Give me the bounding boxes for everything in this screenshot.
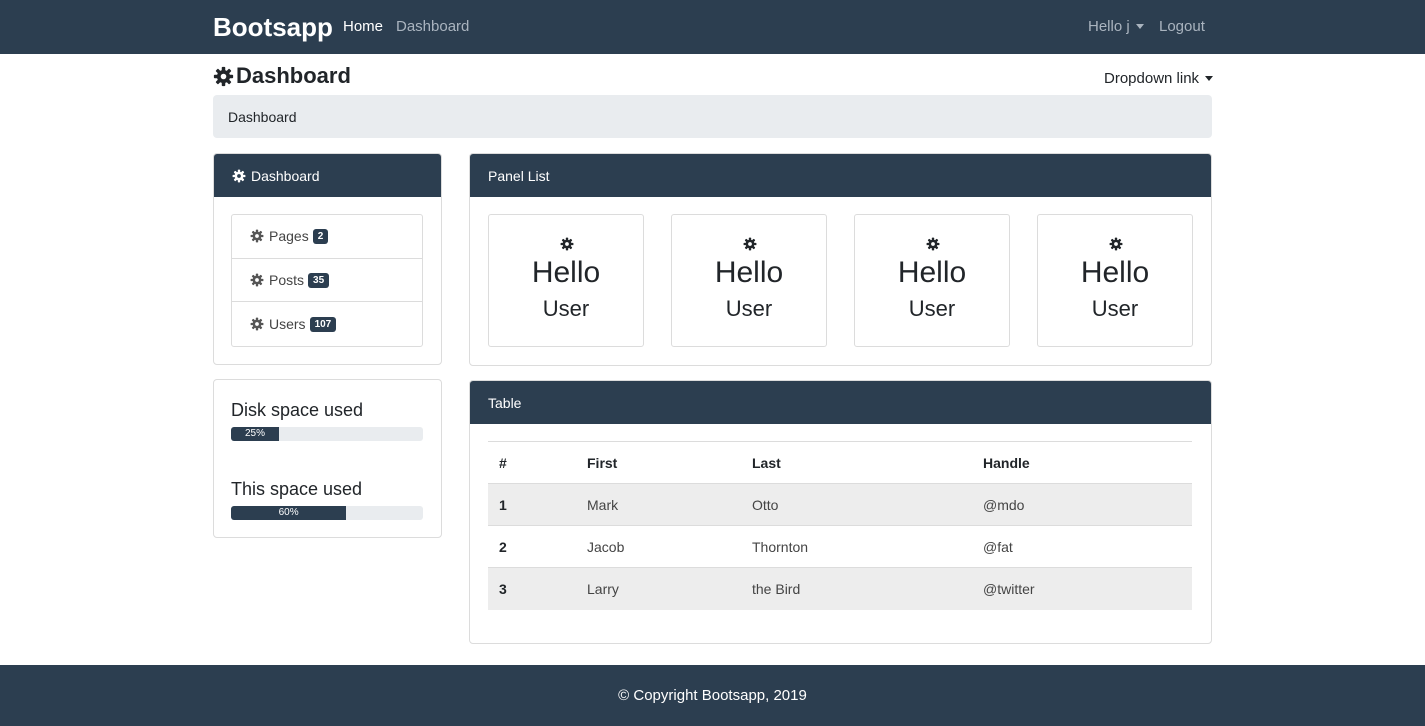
panel-subheading: User bbox=[1091, 296, 1139, 321]
panel-list-header: Panel List bbox=[470, 154, 1211, 197]
table-cell: 2 bbox=[488, 525, 576, 568]
table-row: 2 Jacob Thornton @fat bbox=[488, 525, 1192, 568]
table-cell: Otto bbox=[741, 483, 972, 526]
count-badge: 35 bbox=[308, 272, 330, 288]
panel-subheading: User bbox=[725, 296, 773, 321]
data-table: # First Last Handle 1 Mark Otto @mdo 2 J… bbox=[488, 441, 1192, 610]
user-panel: Hello User bbox=[854, 214, 1010, 347]
nav-link-home[interactable]: Home bbox=[343, 18, 383, 36]
sidebar-list: Pages 2 Posts 35 Users 107 bbox=[231, 214, 423, 348]
table-row: 1 Mark Otto @mdo bbox=[488, 483, 1192, 526]
table-cell: 1 bbox=[488, 483, 576, 526]
progress-bar-track: 25% bbox=[231, 427, 423, 441]
copyright-text: © Copyright Bootsapp, 2019 bbox=[618, 687, 807, 704]
dropdown-link[interactable]: Dropdown link bbox=[1104, 70, 1214, 88]
table-title: Table bbox=[488, 394, 522, 411]
stat-title: This space used bbox=[231, 479, 363, 499]
panel-subheading: User bbox=[542, 296, 590, 321]
stats-card: Disk space used 25% This space used 60% bbox=[213, 379, 442, 538]
sidebar-item-posts[interactable]: Posts 35 bbox=[232, 259, 422, 303]
stat-title: Disk space used bbox=[231, 400, 364, 420]
table-cell: Larry bbox=[576, 567, 741, 610]
chevron-down-icon bbox=[1135, 23, 1144, 29]
logout-link[interactable]: Logout bbox=[1159, 18, 1205, 36]
page-title: Dashboard bbox=[213, 62, 351, 90]
user-panel: Hello User bbox=[1037, 214, 1193, 347]
table-cell: the Bird bbox=[741, 567, 972, 610]
top-navbar: Bootsapp Home Dashboard Hello j Logout bbox=[0, 0, 1425, 54]
count-badge: 107 bbox=[309, 316, 337, 332]
sidebar-item-label: Users bbox=[269, 316, 306, 333]
panel-heading: Hello bbox=[897, 256, 967, 289]
panel-list-title: Panel List bbox=[488, 167, 550, 184]
table-cell: Thornton bbox=[741, 525, 972, 568]
table-header: Table bbox=[470, 381, 1211, 424]
table-card: Table # First Last Handle 1 Mark Otto @m… bbox=[469, 380, 1212, 644]
chevron-down-icon bbox=[1205, 75, 1214, 81]
sidebar-header: Dashboard bbox=[214, 154, 441, 197]
table-header-row: # First Last Handle bbox=[488, 441, 1192, 484]
gear-icon bbox=[560, 237, 574, 251]
nav-link-dashboard[interactable]: Dashboard bbox=[396, 18, 469, 36]
user-menu-dropdown[interactable]: Hello j bbox=[1088, 18, 1144, 36]
table-cell: Mark bbox=[576, 483, 741, 526]
gear-icon bbox=[926, 237, 940, 251]
breadcrumb-item: Dashboard bbox=[228, 108, 297, 125]
sidebar-item-label: Pages bbox=[269, 228, 309, 245]
panel-list-card: Panel List Hello User Hello User Hello U… bbox=[469, 153, 1212, 366]
brand-logo[interactable]: Bootsapp bbox=[213, 11, 333, 43]
table-cell: @fat bbox=[972, 525, 1192, 568]
panel-subheading: User bbox=[908, 296, 956, 321]
page-title-text: Dashboard bbox=[236, 63, 351, 88]
user-panel: Hello User bbox=[671, 214, 827, 347]
sidebar-item-pages[interactable]: Pages 2 bbox=[232, 215, 422, 259]
column-header: Last bbox=[741, 441, 972, 484]
page-footer: © Copyright Bootsapp, 2019 bbox=[0, 665, 1425, 726]
column-header: # bbox=[488, 441, 576, 484]
sidebar-item-label: Posts bbox=[269, 272, 305, 289]
gear-icon bbox=[743, 237, 757, 251]
gear-icon bbox=[250, 273, 264, 287]
panel-heading: Hello bbox=[714, 256, 784, 289]
count-badge: 2 bbox=[312, 228, 329, 244]
dropdown-link-label: Dropdown link bbox=[1104, 70, 1200, 87]
table-cell: @twitter bbox=[972, 567, 1192, 610]
column-header: First bbox=[576, 441, 741, 484]
panel-heading: Hello bbox=[531, 256, 601, 289]
gear-icon bbox=[1109, 237, 1123, 251]
progress-bar-fill: 60% bbox=[231, 506, 347, 520]
sidebar-card: Dashboard Pages 2 Posts 35 Users 107 bbox=[213, 153, 442, 365]
gear-icon bbox=[250, 229, 264, 243]
progress-bar-fill: 25% bbox=[231, 427, 279, 441]
sidebar-title: Dashboard bbox=[251, 167, 320, 184]
user-panel: Hello User bbox=[488, 214, 644, 347]
user-menu-label: Hello j bbox=[1088, 18, 1130, 35]
table-cell: 3 bbox=[488, 567, 576, 610]
panel-heading: Hello bbox=[1080, 256, 1150, 289]
gear-icon bbox=[213, 66, 234, 86]
gear-icon bbox=[250, 317, 264, 331]
table-cell: Jacob bbox=[576, 525, 741, 568]
table-row: 3 Larry the Bird @twitter bbox=[488, 567, 1192, 610]
sidebar-item-users[interactable]: Users 107 bbox=[232, 302, 422, 346]
gear-icon bbox=[232, 169, 246, 182]
table-cell: @mdo bbox=[972, 483, 1192, 526]
progress-bar-track: 60% bbox=[231, 506, 423, 520]
column-header: Handle bbox=[972, 441, 1192, 484]
breadcrumb: Dashboard bbox=[213, 95, 1212, 138]
